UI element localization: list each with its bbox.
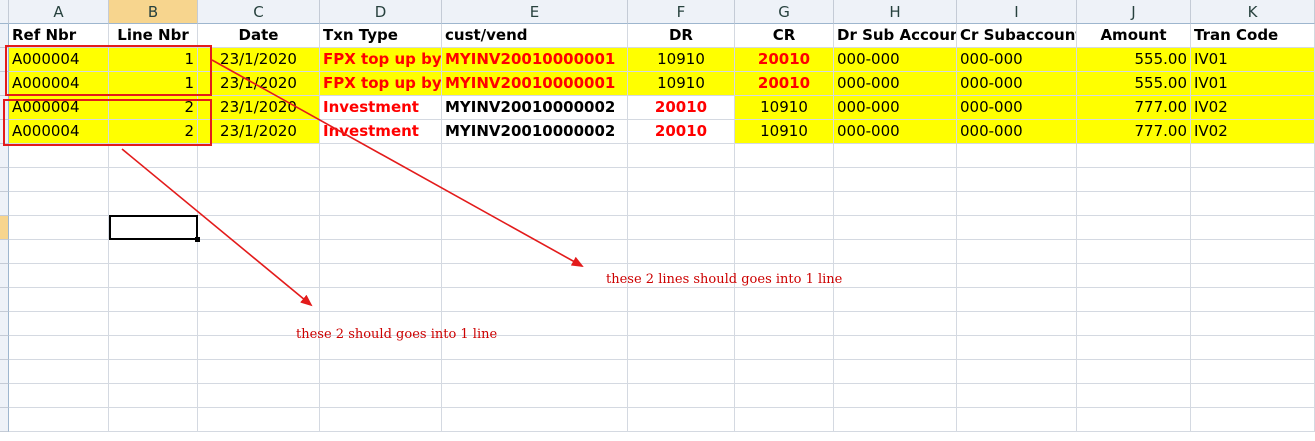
annotation-note-2: these 2 should goes into 1 line bbox=[296, 327, 498, 342]
active-cell[interactable] bbox=[109, 215, 198, 240]
highlight-box-line-1 bbox=[5, 45, 212, 96]
fill-handle[interactable] bbox=[195, 237, 200, 242]
annotation-note-1: these 2 lines should goes into 1 line bbox=[606, 272, 843, 287]
highlight-box-line-2 bbox=[3, 99, 212, 146]
arrow-to-note-1 bbox=[211, 59, 584, 267]
